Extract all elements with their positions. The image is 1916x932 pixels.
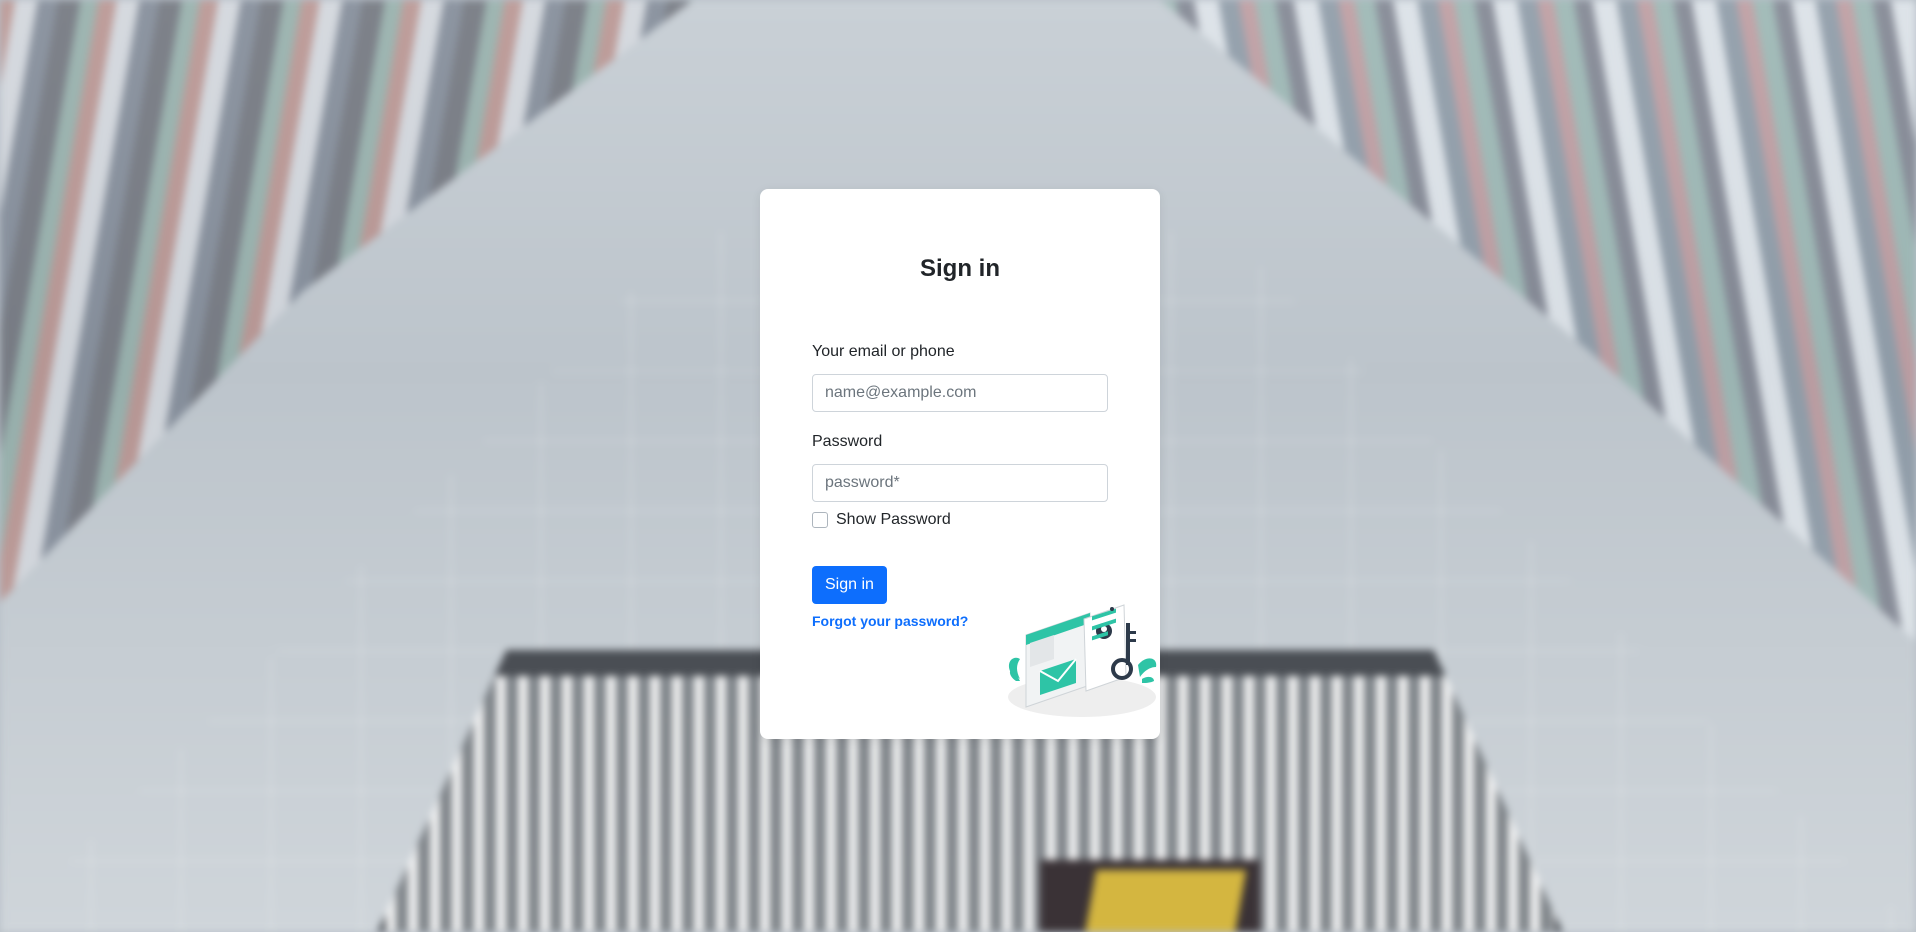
show-password-row[interactable]: Show Password xyxy=(812,511,951,529)
login-card: Sign in Your email or phone Password Sho… xyxy=(760,189,1160,739)
page-title: Sign in xyxy=(920,255,1000,282)
email-input[interactable] xyxy=(812,374,1108,412)
password-label: Password xyxy=(812,433,883,450)
login-illustration-icon xyxy=(1008,604,1157,717)
password-input[interactable] xyxy=(812,464,1108,502)
sign-in-button[interactable]: Sign in xyxy=(812,566,887,604)
background-cart-item xyxy=(1083,870,1247,932)
show-password-checkbox[interactable] xyxy=(812,512,828,528)
show-password-label[interactable]: Show Password xyxy=(836,511,951,529)
email-label: Your email or phone xyxy=(812,343,955,360)
forgot-password-link[interactable]: Forgot your password? xyxy=(812,613,968,629)
